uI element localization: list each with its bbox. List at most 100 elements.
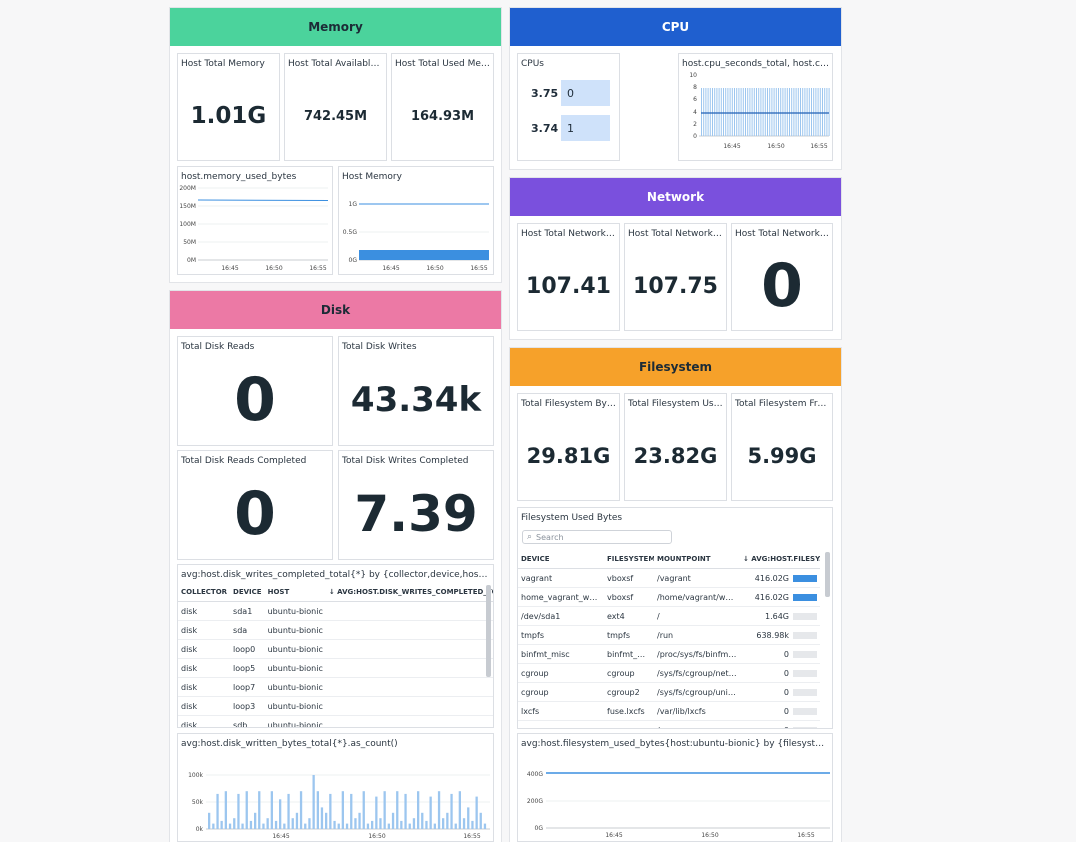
table-cell: cgroup — [518, 682, 604, 702]
disk-group-header[interactable]: Disk — [170, 291, 501, 329]
disk-bar — [425, 820, 428, 829]
table-cell: fuse.lxcfs — [604, 701, 654, 721]
table-row[interactable]: disksdaubuntu-bionic39.7 — [178, 620, 493, 640]
table-row[interactable]: diskloop0ubuntu-bionic0 — [178, 639, 493, 659]
disk-bar — [249, 820, 253, 829]
memory-used-bytes-plot: 200M 150M 100M 50M 0M 16:45 16:50 16:55 — [179, 185, 329, 272]
network-group-header[interactable]: Network — [510, 178, 841, 216]
disk-writes-completed-table[interactable]: avg:host.disk_writes_completed_total{*} … — [177, 564, 494, 728]
total-filesystem-used-widget[interactable]: Total Filesystem Used... 23.82G — [624, 393, 727, 501]
cpu-value: 3.74 — [531, 121, 559, 135]
table-scrollbar[interactable] — [486, 585, 491, 677]
table-row[interactable]: tmpfs tmpfs/run 638.98k — [518, 625, 820, 645]
cpus-widget[interactable]: CPUs 3.75 0 3.74 1 — [517, 53, 620, 161]
x-tick: 16:45 — [723, 143, 740, 150]
memory-used-bytes-chart[interactable]: host.memory_used_bytes 200M 150M 100M 50… — [177, 166, 333, 275]
widget-title: Host Memory — [342, 172, 402, 182]
network-widget-3[interactable]: Host Total Network P... 0 — [731, 223, 833, 331]
column-header[interactable]: DEVICE — [518, 550, 604, 569]
column-header[interactable]: ↓ AVG:HOST.DISK_WRITES_COMPLETED_TOTA... — [325, 583, 493, 602]
total-filesystem-bytes-widget[interactable]: Total Filesystem Bytes 29.81G — [517, 393, 620, 501]
table-row[interactable]: lxcfs fuse.lxcfs/var/lib/lxcfs 0 — [518, 701, 820, 721]
cpu-bar — [714, 88, 716, 136]
filesystem-group-header[interactable]: Filesystem — [510, 348, 841, 386]
value-cell: 0 — [740, 663, 820, 683]
disk-bar — [316, 791, 319, 829]
cpu-bar — [709, 88, 711, 136]
table-row[interactable]: diskloop3ubuntu-bionic0 — [178, 696, 493, 716]
disk-bar — [291, 818, 294, 829]
cpu-bar — [758, 88, 760, 136]
disk-bar — [212, 823, 215, 829]
host-memory-chart[interactable]: Host Memory 1G 0.5G 0G 16:45 16:50 16:55 — [338, 166, 494, 275]
table-row[interactable]: disksdbubuntu-bionic0 — [178, 715, 493, 727]
disk-written-bytes-chart[interactable]: avg:host.disk_written_bytes_total{*}.as_… — [177, 733, 494, 842]
table-row[interactable]: binfmt_misc binfmt_misc/proc/sys/fs/binfm… — [518, 644, 820, 664]
host-total-available-widget[interactable]: Host Total Available ... 742.45M — [284, 53, 387, 161]
network-widget-2[interactable]: Host Total Network P... 107.75 — [624, 223, 727, 331]
widget-title: Host Total Memory — [181, 59, 265, 69]
table-row[interactable]: vagrant vboxsf/vagrant 416.02G — [518, 568, 820, 588]
total-disk-writes-completed-widget[interactable]: Total Disk Writes Completed 7.39 — [338, 450, 494, 560]
x-tick: 16:50 — [701, 832, 718, 839]
table-cell: disk — [178, 620, 231, 640]
table-cell: ubuntu-bionic — [264, 715, 326, 727]
disk-bar — [442, 818, 445, 829]
widget-title: host.cpu_seconds_total, host.cpu_s... — [682, 59, 832, 69]
disk-bar — [483, 823, 487, 829]
cpu-bar — [745, 88, 746, 136]
widget-title: Host Total Network P... — [735, 229, 832, 239]
column-header[interactable]: DEVICE — [230, 583, 265, 602]
cpu-bar — [773, 88, 775, 136]
widget-value: 1.01G — [190, 103, 267, 129]
widget-value: 7.39 — [354, 485, 478, 543]
memory-group-header[interactable]: Memory — [170, 8, 501, 46]
table-cell: binfmt_misc — [604, 644, 654, 664]
widget-title: Total Disk Writes Completed — [342, 456, 469, 466]
cpu-seconds-chart[interactable]: host.cpu_seconds_total, host.cpu_s... 10… — [678, 53, 833, 161]
disk-table-body: disksda1ubuntu-bionic39.7disksdaubuntu-b… — [178, 601, 493, 727]
column-header[interactable]: FILESYSTEM — [604, 550, 654, 569]
table-scrollbar[interactable] — [825, 552, 830, 597]
filesystem-table: DEVICE FILESYSTEM MOUNTPOINT ↓ AVG:HOST.… — [518, 550, 820, 728]
cpu-bar — [729, 88, 731, 136]
total-disk-reads-completed-widget[interactable]: Total Disk Reads Completed 0 — [177, 450, 333, 560]
table-row[interactable]: /dev/sda1 ext4/ 1.64G — [518, 606, 820, 626]
value-bar — [793, 593, 817, 601]
filesystem-used-bytes-chart[interactable]: avg:host.filesystem_used_bytes{host:ubun… — [517, 733, 833, 842]
table-row[interactable]: disksda1ubuntu-bionic39.7 — [178, 601, 493, 621]
column-header[interactable]: ↓ AVG:HOST.FILESY... — [740, 550, 820, 569]
total-disk-reads-widget[interactable]: Total Disk Reads 0 — [177, 336, 333, 446]
table-cell: disk — [178, 658, 231, 678]
total-filesystem-free-widget[interactable]: Total Filesystem Free ... 5.99G — [731, 393, 833, 501]
disk-bar — [458, 791, 461, 829]
disk-bar — [262, 823, 265, 829]
table-row[interactable]: diskloop5ubuntu-bionic0 — [178, 658, 493, 678]
value-text: 416.02G — [754, 573, 789, 583]
table-row[interactable]: cgroup cgroup/sys/fs/cgroup/net_... 0 — [518, 663, 820, 683]
table-cell: vboxsf — [604, 568, 654, 588]
host-total-memory-widget[interactable]: Host Total Memory 1.01G — [177, 53, 280, 161]
table-cell: cgroup — [518, 663, 604, 683]
disk-bar — [287, 793, 290, 829]
network-widget-1[interactable]: Host Total Network P... 107.41 — [517, 223, 620, 331]
search-input[interactable]: ⌕ Search — [522, 530, 672, 544]
cpu-group-header[interactable]: CPU — [510, 8, 841, 46]
cpu-bar — [747, 88, 749, 136]
disk-bar — [241, 823, 244, 829]
column-header[interactable]: HOST — [264, 583, 326, 602]
cpu-bar — [705, 88, 707, 136]
table-row[interactable]: procproc/proc 0 — [518, 720, 820, 728]
filesystem-used-bytes-table[interactable]: Filesystem Used Bytes ⌕ Search DEVICE FI… — [517, 507, 833, 729]
column-header[interactable]: COLLECTOR — [178, 583, 231, 602]
table-row[interactable]: diskloop7ubuntu-bionic0 — [178, 677, 493, 697]
column-header[interactable]: MOUNTPOINT — [654, 550, 740, 569]
table-cell: /sys/fs/cgroup/unifi... — [654, 682, 740, 702]
table-row[interactable]: cgroup cgroup2/sys/fs/cgroup/unifi... 0 — [518, 682, 820, 702]
total-disk-writes-widget[interactable]: Total Disk Writes 43.34k — [338, 336, 494, 446]
host-total-used-widget[interactable]: Host Total Used Mem... 164.93M — [391, 53, 494, 161]
table-row[interactable]: home_vagrant_work... vboxsf/home/vagrant/… — [518, 587, 820, 607]
disk-bar — [295, 812, 299, 829]
table-cell: loop5 — [230, 658, 265, 678]
y-tick: 0k — [196, 826, 204, 833]
